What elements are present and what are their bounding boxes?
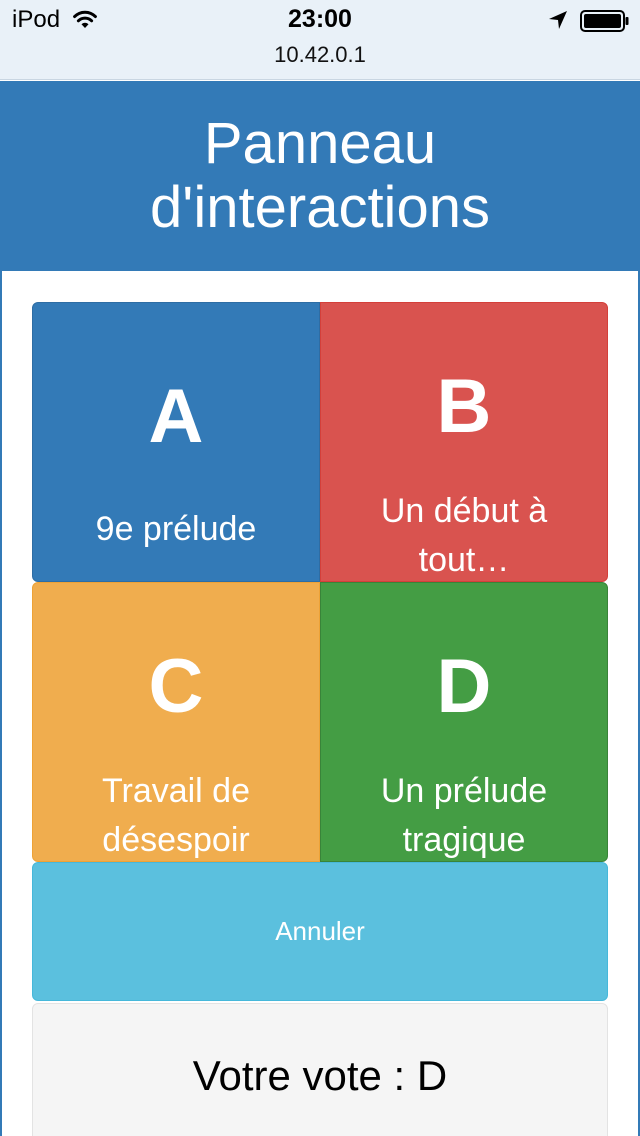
choice-label: Travail de désespoir [101,772,251,859]
choice-letter: D [436,644,492,729]
choice-letter: B [436,364,492,449]
status-row: iPod 23:00 [0,0,640,40]
status-bar: iPod 23:00 10.42.0.1 [0,0,640,80]
page-title: Panneau d'interactions [150,111,490,240]
clock: 23:00 [288,5,352,33]
vote-panel: Votre vote : D [32,1003,608,1136]
vote-status: Votre vote : D [192,1052,448,1099]
choice-label: Un début à tout… [380,492,548,579]
choice-label: 9e prélude [95,510,257,548]
cancel-button[interactable]: Annuler [32,862,608,1001]
address-bar-url[interactable]: 10.42.0.1 [0,42,640,68]
choice-a-button[interactable]: A 9e prélude [32,302,320,582]
choice-d-button[interactable]: D Un prélude tragique [320,582,608,862]
choice-letter: C [148,644,204,729]
choice-b-button[interactable]: B Un début à tout… [320,302,608,582]
battery-icon [580,10,629,32]
choice-c-button[interactable]: C Travail de désespoir [32,582,320,862]
choice-letter: A [148,374,204,459]
location-icon [549,11,567,29]
page-header: Panneau d'interactions [0,81,640,271]
choice-label: Un prélude tragique [380,772,548,859]
